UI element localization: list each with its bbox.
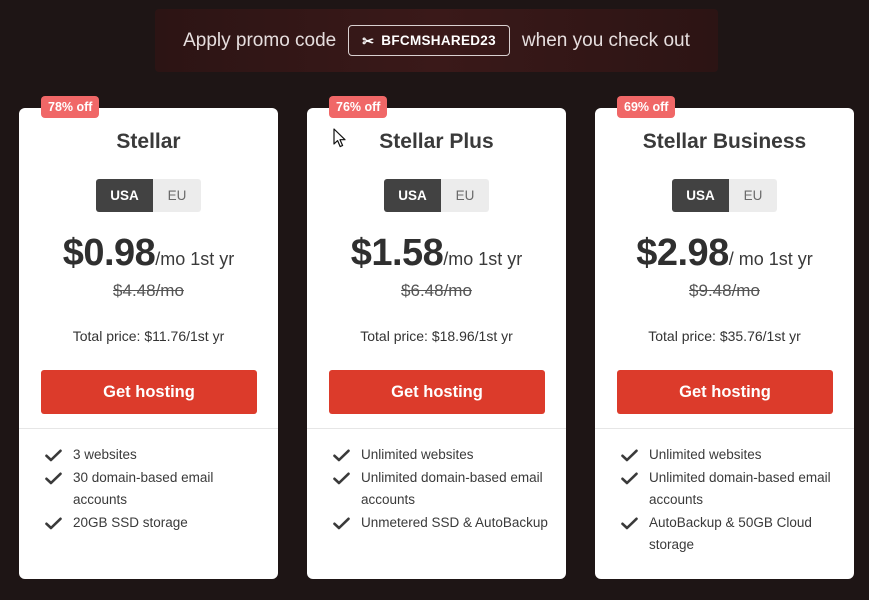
feature-text: Unmetered SSD & AutoBackup <box>361 515 548 530</box>
price-suffix: / mo 1st yr <box>728 249 813 269</box>
discount-badge: 76% off <box>329 96 388 118</box>
price-amount: $1.58 <box>350 232 444 274</box>
feature-item: Unlimited websites <box>333 444 556 466</box>
total-price: Total price: $18.96/1st yr <box>360 328 513 344</box>
check-icon <box>45 467 65 489</box>
promo-code-button[interactable]: ✂ BFCMSHARED23 <box>348 25 510 56</box>
plan-card-stellar-business: 69% off Stellar Business USA EU $2.98/ m… <box>595 96 854 579</box>
region-option-eu[interactable]: EU <box>441 179 489 212</box>
region-option-eu[interactable]: EU <box>153 179 201 212</box>
discount-badge: 69% off <box>617 96 676 118</box>
price-amount: $2.98 <box>636 232 729 274</box>
get-hosting-button[interactable]: Get hosting <box>329 370 545 414</box>
check-icon <box>45 512 65 534</box>
feature-text: Unlimited websites <box>649 447 762 462</box>
scissors-icon: ✂ <box>362 32 375 49</box>
price-suffix: /mo 1st yr <box>443 249 523 269</box>
region-option-usa[interactable]: USA <box>384 179 441 212</box>
check-icon <box>621 512 641 534</box>
get-hosting-button[interactable]: Get hosting <box>41 370 257 414</box>
card-divider <box>19 428 278 429</box>
discount-badge: 78% off <box>41 96 100 118</box>
original-price: $9.48/mo <box>689 281 760 300</box>
feature-text: 30 domain-based email accounts <box>73 470 214 507</box>
plan-name: Stellar Business <box>642 130 807 153</box>
check-icon <box>333 467 353 489</box>
promo-suffix: when you check out <box>521 29 690 51</box>
feature-text: Unlimited domain-based email accounts <box>649 470 831 507</box>
plan-card-stellar-plus: 76% off Stellar Plus USA EU $1.58/mo 1st… <box>307 96 566 579</box>
total-price: Total price: $11.76/1st yr <box>72 328 225 344</box>
check-icon <box>621 444 641 466</box>
plan-name: Stellar <box>116 130 181 153</box>
region-toggle: USA EU <box>96 179 201 212</box>
price-amount: $0.98 <box>62 232 156 274</box>
card-divider <box>307 428 566 429</box>
feature-list: Unlimited websites Unlimited domain-base… <box>333 444 556 535</box>
feature-item: Unlimited domain-based email accounts <box>621 467 844 511</box>
plan-card-stellar: 78% off Stellar USA EU $0.98/mo 1st yr $… <box>19 96 278 579</box>
promo-banner: Apply promo code ✂ BFCMSHARED23 when you… <box>155 9 718 72</box>
check-icon <box>45 444 65 466</box>
feature-item: AutoBackup & 50GB Cloud storage <box>621 512 844 556</box>
plan-price: $2.98/ mo 1st yr <box>595 232 854 275</box>
feature-item: 20GB SSD storage <box>45 512 268 534</box>
feature-item: Unmetered SSD & AutoBackup <box>333 512 556 534</box>
region-toggle: USA EU <box>384 179 489 212</box>
check-icon <box>333 512 353 534</box>
get-hosting-button[interactable]: Get hosting <box>617 370 833 414</box>
feature-item: Unlimited domain-based email accounts <box>333 467 556 511</box>
feature-text: 3 websites <box>73 447 137 462</box>
feature-text: 20GB SSD storage <box>73 515 188 530</box>
feature-text: AutoBackup & 50GB Cloud storage <box>649 515 812 552</box>
check-icon <box>333 444 353 466</box>
region-option-usa[interactable]: USA <box>96 179 153 212</box>
region-option-usa[interactable]: USA <box>672 179 729 212</box>
feature-text: Unlimited domain-based email accounts <box>361 470 543 507</box>
region-toggle: USA EU <box>672 179 777 212</box>
feature-text: Unlimited websites <box>361 447 474 462</box>
feature-item: 3 websites <box>45 444 268 466</box>
mouse-cursor-icon <box>333 128 346 148</box>
total-price: Total price: $35.76/1st yr <box>648 328 801 344</box>
check-icon <box>621 467 641 489</box>
feature-item: Unlimited websites <box>621 444 844 466</box>
promo-code-label: BFCMSHARED23 <box>381 33 496 48</box>
original-price: $6.48/mo <box>401 281 472 300</box>
feature-list: 3 websites 30 domain-based email account… <box>45 444 268 535</box>
price-suffix: /mo 1st yr <box>155 249 235 269</box>
original-price: $4.48/mo <box>113 281 184 300</box>
card-divider <box>595 428 854 429</box>
plan-price: $1.58/mo 1st yr <box>307 232 566 275</box>
plan-price: $0.98/mo 1st yr <box>19 232 278 275</box>
feature-item: 30 domain-based email accounts <box>45 467 268 511</box>
feature-list: Unlimited websites Unlimited domain-base… <box>621 444 844 557</box>
promo-prefix: Apply promo code <box>183 29 337 51</box>
region-option-eu[interactable]: EU <box>729 179 777 212</box>
